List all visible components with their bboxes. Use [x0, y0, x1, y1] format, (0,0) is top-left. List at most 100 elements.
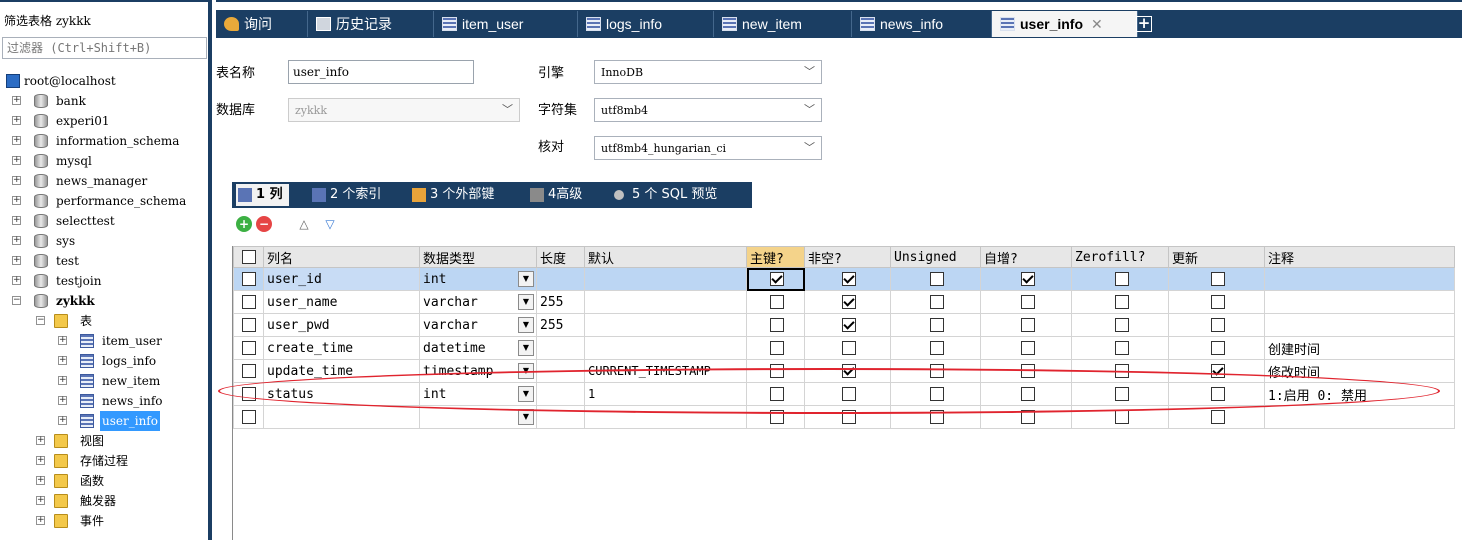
- data-type-cell[interactable]: ▼: [419, 405, 537, 429]
- header-not-null[interactable]: 非空?: [804, 246, 891, 268]
- expand-icon[interactable]: +: [12, 216, 21, 225]
- subtab-4[interactable]: 5 个 SQL 预览: [612, 184, 723, 206]
- length-cell[interactable]: [536, 359, 585, 383]
- header-auto-increment[interactable]: 自增?: [980, 246, 1072, 268]
- zf-checkbox[interactable]: [1114, 295, 1129, 309]
- upd-cell[interactable]: [1168, 267, 1265, 291]
- nn-checkbox[interactable]: [842, 364, 856, 378]
- expand-icon[interactable]: +: [12, 176, 21, 185]
- pk-checkbox[interactable]: [770, 387, 784, 401]
- table-row[interactable]: user_id int ▼: [233, 267, 1455, 291]
- dropdown-arrow-icon[interactable]: ▼: [518, 294, 534, 310]
- row-checkbox[interactable]: [241, 387, 256, 401]
- collapse-icon[interactable]: −: [12, 296, 21, 305]
- tab-3[interactable]: logs_info: [578, 11, 714, 37]
- nn-checkbox[interactable]: [842, 318, 856, 332]
- engine-select[interactable]: InnoDB ﹀: [594, 60, 822, 84]
- header-zerofill[interactable]: Zerofill?: [1071, 246, 1169, 268]
- select-all-checkbox[interactable]: [241, 250, 256, 264]
- data-type-cell[interactable]: varchar ▼: [419, 290, 537, 314]
- tab-5[interactable]: news_info: [852, 11, 992, 37]
- header-on-update[interactable]: 更新: [1168, 246, 1265, 268]
- dropdown-arrow-icon[interactable]: ▼: [518, 271, 534, 287]
- expand-icon[interactable]: +: [58, 336, 67, 345]
- header-default[interactable]: 默认: [584, 246, 747, 268]
- comment-cell[interactable]: [1264, 405, 1455, 429]
- nn-checkbox[interactable]: [842, 410, 856, 424]
- expand-icon[interactable]: +: [12, 276, 21, 285]
- column-name-cell[interactable]: user_id: [263, 267, 420, 291]
- upd-checkbox[interactable]: [1211, 341, 1225, 355]
- subtab-2[interactable]: 3 个外部键: [410, 184, 500, 206]
- unsigned-cell[interactable]: [890, 382, 981, 406]
- upd-cell[interactable]: [1168, 290, 1265, 314]
- pk-cell[interactable]: [746, 382, 805, 406]
- header-data-type[interactable]: 数据类型: [419, 246, 537, 268]
- comment-cell[interactable]: 1:启用 0: 禁用: [1264, 382, 1455, 406]
- comment-cell[interactable]: [1264, 267, 1455, 291]
- row-checkbox[interactable]: [241, 318, 256, 332]
- ai-cell[interactable]: [980, 313, 1072, 337]
- table-row[interactable]: update_time timestamp ▼ CURRENT_TIMESTAMP 修改…: [233, 359, 1455, 383]
- subtab-3[interactable]: 4高级: [528, 184, 588, 206]
- pk-cell[interactable]: [746, 313, 805, 337]
- unsigned-cell[interactable]: [890, 290, 981, 314]
- data-type-cell[interactable]: varchar ▼: [419, 313, 537, 337]
- unsigned-checkbox[interactable]: [930, 387, 944, 401]
- pk-cell[interactable]: [746, 267, 805, 291]
- data-type-cell[interactable]: int ▼: [419, 267, 537, 291]
- close-icon[interactable]: ✕: [1091, 16, 1103, 32]
- pk-checkbox[interactable]: [770, 295, 784, 309]
- upd-cell[interactable]: [1168, 405, 1265, 429]
- expand-icon[interactable]: +: [36, 496, 45, 505]
- length-cell[interactable]: [536, 267, 585, 291]
- unsigned-cell[interactable]: [890, 405, 981, 429]
- subtab-1[interactable]: 2 个索引: [310, 184, 387, 206]
- tab-4[interactable]: new_item: [714, 11, 852, 37]
- move-down-icon[interactable]: ▽: [322, 216, 338, 232]
- length-cell[interactable]: [536, 405, 585, 429]
- data-type-cell[interactable]: timestamp ▼: [419, 359, 537, 383]
- zf-cell[interactable]: [1071, 359, 1169, 383]
- upd-checkbox[interactable]: [1211, 387, 1225, 401]
- column-name-cell[interactable]: status: [263, 382, 420, 406]
- zf-checkbox[interactable]: [1114, 318, 1129, 332]
- table-row[interactable]: create_time datetime ▼ 创建时间: [233, 336, 1455, 360]
- comment-cell[interactable]: 创建时间: [1264, 336, 1455, 360]
- unsigned-checkbox[interactable]: [930, 272, 944, 286]
- zf-checkbox[interactable]: [1114, 387, 1129, 401]
- row-checkbox[interactable]: [241, 272, 256, 286]
- subtab-0[interactable]: 1 列: [236, 184, 289, 206]
- dropdown-arrow-icon[interactable]: ▼: [518, 409, 534, 425]
- row-select-cell[interactable]: [233, 359, 264, 383]
- ai-checkbox[interactable]: [1020, 364, 1035, 378]
- default-cell[interactable]: [584, 405, 747, 429]
- header-unsigned[interactable]: Unsigned: [890, 246, 981, 268]
- expand-icon[interactable]: +: [12, 256, 21, 265]
- comment-cell[interactable]: [1264, 290, 1455, 314]
- nn-checkbox[interactable]: [842, 341, 856, 355]
- dropdown-arrow-icon[interactable]: ▼: [518, 340, 534, 356]
- tab-1[interactable]: 历史记录: [308, 11, 434, 37]
- ai-checkbox[interactable]: [1020, 318, 1035, 332]
- unsigned-cell[interactable]: [890, 336, 981, 360]
- add-tab-button[interactable]: +: [1136, 16, 1152, 32]
- select-all-checkbox-cell[interactable]: [233, 246, 264, 268]
- header-primary-key[interactable]: 主键?: [746, 246, 805, 268]
- nn-cell[interactable]: [804, 359, 891, 383]
- unsigned-checkbox[interactable]: [930, 318, 944, 332]
- default-cell[interactable]: [584, 313, 747, 337]
- pk-cell[interactable]: [746, 336, 805, 360]
- nn-cell[interactable]: [804, 290, 891, 314]
- nn-checkbox[interactable]: [842, 272, 856, 286]
- expand-icon[interactable]: +: [36, 456, 45, 465]
- column-name-cell[interactable]: create_time: [263, 336, 420, 360]
- zf-cell[interactable]: [1071, 336, 1169, 360]
- ai-checkbox[interactable]: [1020, 341, 1035, 355]
- filter-input[interactable]: 过滤器 (Ctrl+Shift+B): [2, 37, 207, 59]
- length-cell[interactable]: 255: [536, 290, 585, 314]
- data-type-cell[interactable]: int ▼: [419, 382, 537, 406]
- default-cell[interactable]: 1: [584, 382, 747, 406]
- ai-cell[interactable]: [980, 405, 1072, 429]
- pk-checkbox[interactable]: [770, 341, 784, 355]
